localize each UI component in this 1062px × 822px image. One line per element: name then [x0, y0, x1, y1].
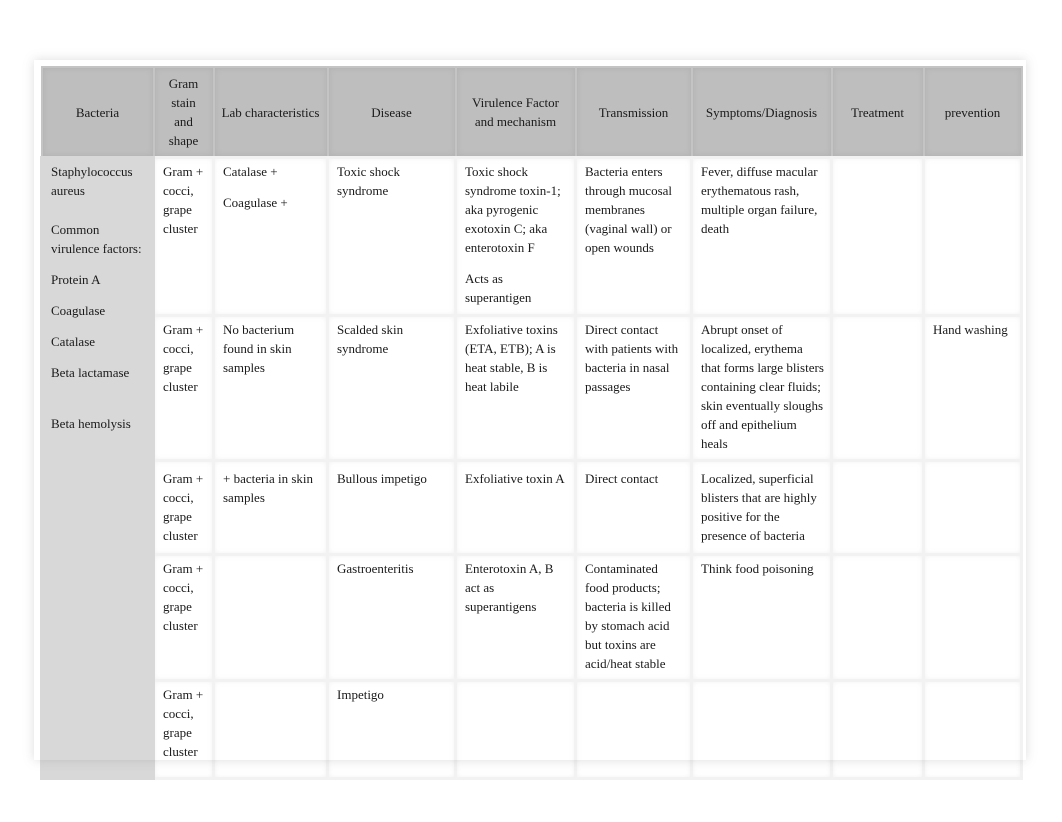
prevention-cell: Hand washing	[922, 314, 1023, 462]
treatment-cell	[830, 156, 925, 317]
transmission-cell: Contaminated food products; bacteria is …	[574, 553, 693, 682]
virulence-factor-item: Protein A	[51, 272, 101, 287]
header-transmission: Transmission	[574, 66, 693, 159]
gram-stain-cell: Gram + cocci, grape cluster	[152, 459, 215, 556]
virulence-cell: Exfoliative toxin A	[454, 459, 577, 556]
symptoms-cell	[690, 679, 833, 780]
header-virulence-factor: Virulence Factor and mechanism	[454, 66, 577, 159]
disease-cell: Scalded skin syndrome	[326, 314, 457, 462]
virulence-line: Toxic shock syndrome toxin-1; aka pyroge…	[465, 164, 561, 255]
treatment-cell	[830, 459, 925, 556]
virulence-cell: Toxic shock syndrome toxin-1; aka pyroge…	[454, 156, 577, 317]
prevention-cell	[922, 156, 1023, 317]
header-disease: Disease	[326, 66, 457, 159]
gram-stain-cell: Gram + cocci, grape cluster	[152, 156, 215, 317]
virulence-factor-item: Catalase	[51, 334, 96, 349]
header-treatment: Treatment	[830, 66, 925, 159]
bacteria-table-container: Bacteria Gram stain and shape Lab charac…	[40, 66, 1023, 780]
virulence-factor-item: Beta lactamase	[51, 365, 130, 380]
disease-cell: Impetigo	[326, 679, 457, 780]
disease-cell: Gastroenteritis	[326, 553, 457, 682]
lab-characteristics-cell: No bacterium found in skin samples	[212, 314, 329, 462]
virulence-factor-item: Beta hemolysis	[51, 416, 131, 431]
virulence-line: Acts as superantigen	[465, 271, 532, 305]
table-row: Gram + cocci, grape cluster Impetigo	[42, 679, 1023, 780]
lab-characteristics-cell	[212, 553, 329, 682]
transmission-cell: Direct contact with patients with bacter…	[574, 314, 693, 462]
gram-stain-cell: Gram + cocci, grape cluster	[152, 553, 215, 682]
transmission-cell: Direct contact	[574, 459, 693, 556]
lab-characteristics-cell: + bacteria in skin samples	[212, 459, 329, 556]
treatment-cell	[830, 553, 925, 682]
lab-characteristics-cell: Catalase + Coagulase +	[212, 156, 329, 317]
lab-characteristics-cell	[212, 679, 329, 780]
treatment-cell	[830, 679, 925, 780]
gram-stain-cell: Gram + cocci, grape cluster	[152, 679, 215, 780]
bacteria-cell: Staphylococcus aureus Common virulence f…	[40, 156, 155, 780]
table-row: Gram + cocci, grape cluster Gastroenteri…	[42, 553, 1023, 682]
table-row: Staphylococcus aureus Common virulence f…	[40, 156, 1023, 780]
virulence-cell: Enterotoxin A, B act as superantigens	[454, 553, 577, 682]
header-row: Bacteria Gram stain and shape Lab charac…	[40, 66, 1023, 159]
prevention-cell	[922, 459, 1023, 556]
header-bacteria: Bacteria	[40, 66, 155, 159]
table-row: Gram + cocci, grape cluster No bacterium…	[42, 314, 1023, 462]
header-gram-stain: Gram stain and shape	[152, 66, 215, 159]
transmission-cell	[574, 679, 693, 780]
virulence-cell: Exfoliative toxins (ETA, ETB); A is heat…	[454, 314, 577, 462]
virulence-cell	[454, 679, 577, 780]
header-symptoms-diagnosis: Symptoms/Diagnosis	[690, 66, 833, 159]
disease-cell: Bullous impetigo	[326, 459, 457, 556]
bacteria-name: Staphylococcus aureus	[51, 164, 133, 198]
symptoms-cell: Localized, superficial blisters that are…	[690, 459, 833, 556]
gram-stain-cell: Gram + cocci, grape cluster	[152, 314, 215, 462]
disease-cell: Toxic shock syndrome	[326, 156, 457, 317]
header-lab-characteristics: Lab characteristics	[212, 66, 329, 159]
bacteria-table: Bacteria Gram stain and shape Lab charac…	[40, 66, 1023, 780]
symptoms-cell: Fever, diffuse macular erythematous rash…	[690, 156, 833, 317]
transmission-cell: Bacteria enters through mucosal membrane…	[574, 156, 693, 317]
lab-line: Catalase +	[223, 164, 278, 179]
treatment-cell	[830, 314, 925, 462]
virulence-factor-item: Coagulase	[51, 303, 106, 318]
lab-line: Coagulase +	[223, 195, 288, 210]
prevention-cell	[922, 679, 1023, 780]
symptoms-cell: Abrupt onset of localized, erythema that…	[690, 314, 833, 462]
virulence-factors-label: Common virulence factors:	[51, 222, 142, 256]
table-row: Gram + cocci, grape cluster + bacteria i…	[42, 459, 1023, 556]
symptoms-cell: Think food poisoning	[690, 553, 833, 682]
header-prevention: prevention	[922, 66, 1023, 159]
prevention-cell	[922, 553, 1023, 682]
